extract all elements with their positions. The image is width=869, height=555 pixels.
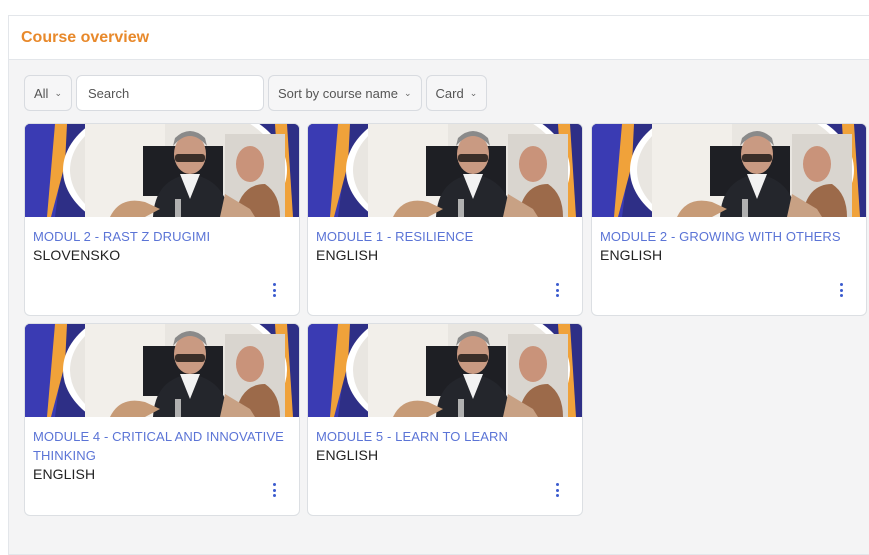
course-category: English <box>33 466 96 482</box>
course-filter-toolbar: All ⌄ Sort by course name ⌄ Card ⌄ <box>24 75 488 111</box>
course-title-link[interactable]: MODULE 1 - RESILIENCE English <box>316 227 578 265</box>
chevron-down-icon: ⌄ <box>54 87 62 98</box>
course-title-link[interactable]: MODULE 5 - LEARN TO LEARN English <box>316 427 578 465</box>
course-name[interactable]: MODULE 2 - GROWING WITH OTHERS <box>600 227 862 246</box>
course-actions-menu-icon[interactable] <box>836 283 846 297</box>
course-title-link[interactable]: MODULE 2 - GROWING WITH OTHERS English <box>600 227 862 265</box>
course-card[interactable]: MODULE 4 - CRITICAL AND INNOVATIVE THINK… <box>24 323 300 516</box>
sort-dropdown-label: Sort by course name <box>278 85 398 101</box>
view-dropdown-label: Card <box>435 85 464 101</box>
course-title-link[interactable]: MODUL 2 - RAST Z DRUGIMI Slovensko <box>33 227 295 265</box>
grouping-dropdown[interactable]: All ⌄ <box>24 75 72 111</box>
search-input[interactable] <box>88 85 254 101</box>
course-actions-menu-icon[interactable] <box>552 483 562 497</box>
course-title-link[interactable]: MODULE 4 - CRITICAL AND INNOVATIVE THINK… <box>33 427 295 484</box>
course-category: English <box>316 247 379 263</box>
course-image[interactable] <box>308 124 582 217</box>
chevron-down-icon: ⌄ <box>469 87 478 98</box>
course-card[interactable]: MODUL 2 - RAST Z DRUGIMI Slovensko <box>24 123 300 316</box>
course-category: English <box>600 247 663 263</box>
block-body: All ⌄ Sort by course name ⌄ Card ⌄ <box>9 60 869 554</box>
search-box[interactable] <box>76 75 264 111</box>
course-image[interactable] <box>308 324 582 417</box>
block-header: Course overview <box>9 16 869 60</box>
course-name[interactable]: MODUL 2 - RAST Z DRUGIMI <box>33 227 295 246</box>
course-actions-menu-icon[interactable] <box>552 283 562 297</box>
chevron-down-icon: ⌄ <box>403 87 412 98</box>
course-category: English <box>316 447 379 463</box>
course-card[interactable]: MODULE 5 - LEARN TO LEARN English <box>307 323 583 516</box>
course-image[interactable] <box>25 324 299 417</box>
course-name[interactable]: MODULE 1 - RESILIENCE <box>316 227 578 246</box>
course-category: Slovensko <box>33 247 121 263</box>
block-title: Course overview <box>21 28 150 46</box>
grouping-dropdown-label: All <box>34 85 49 101</box>
course-actions-menu-icon[interactable] <box>269 483 279 497</box>
course-name[interactable]: MODULE 5 - LEARN TO LEARN <box>316 427 578 446</box>
course-card[interactable]: MODULE 1 - RESILIENCE English <box>307 123 583 316</box>
course-overview-block: Course overview All ⌄ Sort by course nam… <box>8 15 869 555</box>
view-dropdown[interactable]: Card ⌄ <box>425 75 488 111</box>
course-card[interactable]: MODULE 2 - GROWING WITH OTHERS English <box>591 123 867 316</box>
course-image[interactable] <box>25 124 299 217</box>
course-name[interactable]: MODULE 4 - CRITICAL AND INNOVATIVE THINK… <box>33 427 295 465</box>
course-image[interactable] <box>592 124 866 217</box>
sort-dropdown[interactable]: Sort by course name ⌄ <box>268 75 422 111</box>
course-actions-menu-icon[interactable] <box>269 283 279 297</box>
